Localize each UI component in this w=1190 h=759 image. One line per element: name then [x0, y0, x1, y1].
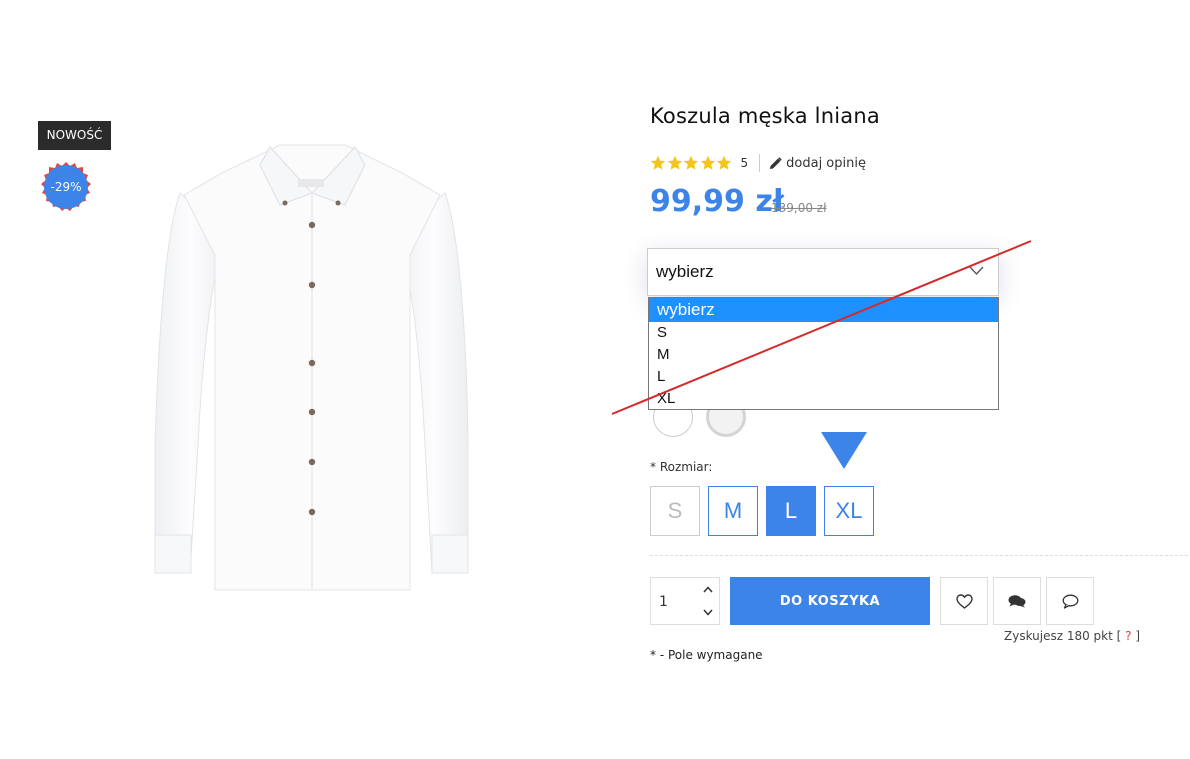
variant-select-value: wybierz [656, 262, 714, 281]
star-icon [683, 155, 699, 170]
pencil-icon [770, 156, 782, 169]
variant-select[interactable]: wybierz [647, 248, 999, 296]
dropdown-option[interactable]: M [649, 344, 998, 366]
color-swatch-white[interactable] [650, 405, 696, 445]
variant-dropdown-list[interactable]: wybierz S M L XL [648, 297, 999, 410]
chevron-down-icon [703, 609, 713, 616]
dropdown-option[interactable]: wybierz [649, 298, 998, 322]
comment-icon [1062, 594, 1078, 609]
rating-stars [650, 155, 733, 171]
chevron-up-icon [703, 586, 713, 593]
color-swatch-grey[interactable] [703, 405, 749, 445]
loyalty-points-text: Zyskujesz 180 pkt [ [1004, 629, 1122, 643]
comment-button[interactable] [1046, 577, 1094, 625]
chevron-down-icon [969, 266, 984, 275]
dropdown-option[interactable]: L [649, 366, 998, 388]
dropdown-option[interactable]: XL [649, 388, 998, 410]
loyalty-points-bracket: ] [1135, 629, 1141, 643]
size-option-m[interactable]: M [708, 486, 758, 536]
old-price: 139,00 zł [771, 201, 827, 215]
star-icon [650, 155, 666, 170]
rating-count: 5 [740, 156, 749, 170]
size-label: * Rozmiar: [650, 460, 713, 474]
annotation-arrow-icon [821, 432, 867, 469]
star-icon [716, 155, 732, 170]
section-divider [650, 555, 1188, 556]
star-icon [700, 155, 715, 170]
add-review-label: dodaj opinię [786, 155, 866, 171]
product-image[interactable] [140, 115, 485, 615]
required-fields-note: * - Pole wymagane [650, 648, 763, 662]
loyalty-points-help-link[interactable]: ? [1125, 629, 1131, 643]
product-page: NOWOŚĆ -29% Koszula męska lniana 5 dodaj… [0, 0, 1190, 759]
quantity-increase-button[interactable] [697, 578, 719, 601]
ask-question-button[interactable] [993, 577, 1041, 625]
quantity-stepper [650, 577, 720, 625]
chat-bubbles-icon [1008, 595, 1026, 608]
size-option-s[interactable]: S [650, 486, 700, 536]
add-review-link[interactable]: dodaj opinię [769, 156, 866, 171]
product-rating: 5 dodaj opinię [650, 153, 866, 173]
size-option-xl[interactable]: XL [824, 486, 874, 536]
quantity-input[interactable] [652, 579, 698, 625]
product-title: Koszula męska lniana [650, 104, 880, 128]
dropdown-option[interactable]: S [649, 322, 998, 344]
discount-badge: -29% [41, 162, 91, 212]
heart-icon [955, 593, 973, 609]
loyalty-points: Zyskujesz 180 pkt [ ? ] [1004, 629, 1140, 643]
new-badge: NOWOŚĆ [38, 121, 111, 150]
wishlist-button[interactable] [940, 577, 988, 625]
size-options: S M L XL [650, 486, 882, 536]
star-icon [667, 155, 682, 170]
size-option-l[interactable]: L [766, 486, 816, 536]
quantity-decrease-button[interactable] [697, 601, 719, 624]
add-to-cart-button[interactable]: DO KOSZYKA [730, 577, 930, 625]
rating-divider [759, 154, 761, 172]
current-price: 99,99 zł [650, 184, 784, 219]
